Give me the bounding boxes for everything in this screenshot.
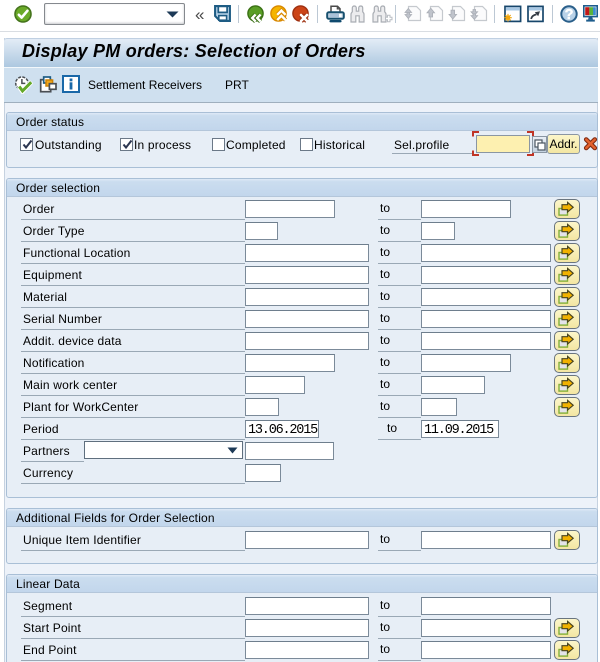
svg-text:?: ? xyxy=(565,7,574,23)
